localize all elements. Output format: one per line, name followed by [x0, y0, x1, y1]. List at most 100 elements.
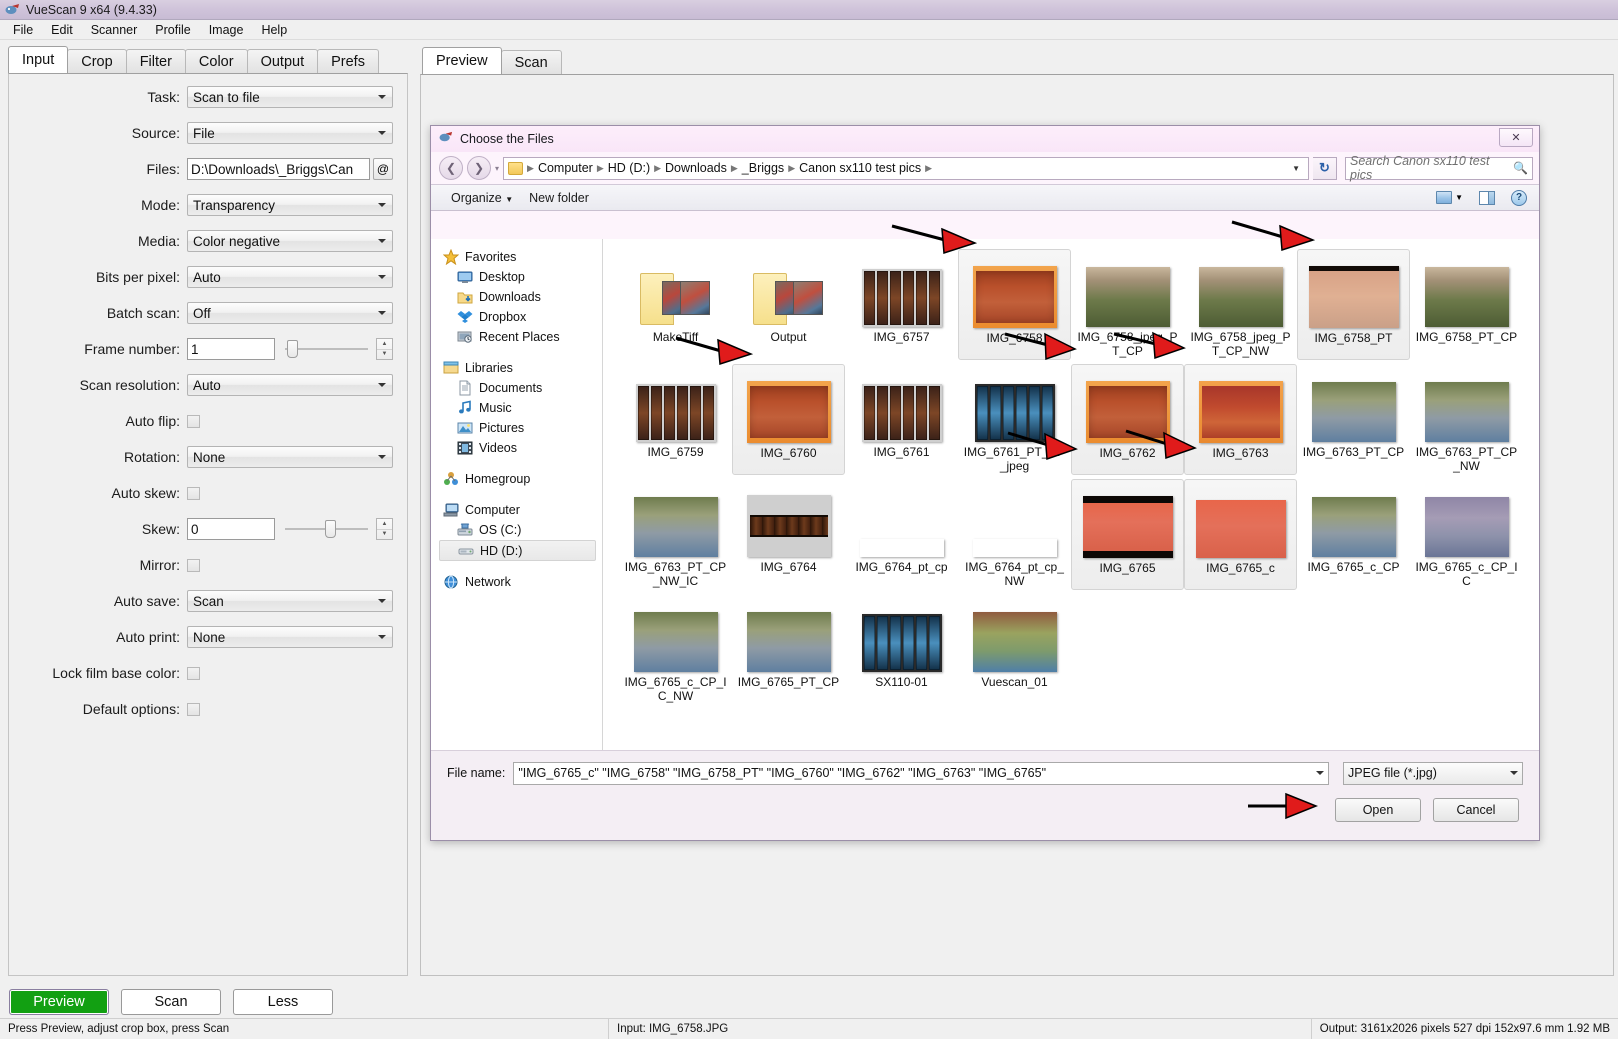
frame-number-input[interactable]: 1: [187, 338, 275, 360]
file-item[interactable]: Output: [732, 249, 845, 360]
breadcrumb-canon-folder[interactable]: Canon sx110 test pics: [796, 161, 924, 175]
file-item[interactable]: IMG_6758_PT_CP: [1410, 249, 1523, 360]
file-item[interactable]: IMG_6758_jpeg_PT_CP_NW: [1184, 249, 1297, 360]
tab-prefs[interactable]: Prefs: [317, 49, 379, 73]
file-item[interactable]: IMG_6758: [958, 249, 1071, 360]
tab-preview[interactable]: Preview: [422, 47, 502, 74]
default-options-checkbox[interactable]: [187, 702, 200, 716]
file-item[interactable]: IMG_6759: [619, 364, 732, 475]
chevron-down-icon[interactable]: ▼: [1286, 164, 1306, 173]
sidebar-item-dropbox[interactable]: Dropbox: [439, 307, 602, 327]
menu-help[interactable]: Help: [252, 21, 296, 39]
scan-resolution-combo[interactable]: Auto: [187, 374, 393, 396]
auto-skew-checkbox[interactable]: [187, 486, 200, 500]
file-item[interactable]: IMG_6765_PT_CP: [732, 594, 845, 705]
auto-print-combo[interactable]: None: [187, 626, 393, 648]
search-input[interactable]: Search Canon sx110 test pics 🔍: [1345, 154, 1533, 182]
menu-edit[interactable]: Edit: [42, 21, 82, 39]
forward-arrow-icon[interactable]: ❯: [467, 156, 491, 180]
file-item[interactable]: Vuescan_01: [958, 594, 1071, 705]
sidebar-item-desktop[interactable]: Desktop: [439, 267, 602, 287]
auto-flip-checkbox[interactable]: [187, 414, 200, 428]
skew-stepper[interactable]: ▲ ▼: [376, 518, 393, 540]
file-item[interactable]: IMG_6757: [845, 249, 958, 360]
menu-image[interactable]: Image: [200, 21, 253, 39]
skew-slider[interactable]: [285, 520, 368, 538]
sidebar-item-music[interactable]: Music: [439, 398, 602, 418]
file-item[interactable]: IMG_6763: [1184, 364, 1297, 475]
file-item[interactable]: IMG_6765: [1071, 479, 1184, 590]
files-input[interactable]: D:\Downloads\_Briggs\Can: [187, 158, 370, 180]
rotation-combo[interactable]: None: [187, 446, 393, 468]
file-item[interactable]: IMG_6761: [845, 364, 958, 475]
close-icon[interactable]: ✕: [1499, 128, 1533, 147]
breadcrumb[interactable]: ▶ Computer ▶ HD (D:) ▶ Downloads ▶ _Brig…: [503, 156, 1309, 180]
back-arrow-icon[interactable]: ❮: [439, 156, 463, 180]
filetype-combo[interactable]: JPEG file (*.jpg): [1343, 761, 1523, 785]
frame-number-slider[interactable]: [285, 340, 368, 358]
mirror-checkbox[interactable]: [187, 558, 200, 572]
new-folder-button[interactable]: New folder: [521, 188, 597, 208]
open-button[interactable]: Open: [1335, 798, 1421, 822]
menu-scanner[interactable]: Scanner: [82, 21, 147, 39]
menu-profile[interactable]: Profile: [146, 21, 199, 39]
tab-input[interactable]: Input: [8, 46, 69, 73]
file-item[interactable]: IMG_6758_jpeg_PT_CP: [1071, 249, 1184, 360]
breadcrumb-downloads[interactable]: Downloads: [662, 161, 730, 175]
filename-input[interactable]: "IMG_6765_c" "IMG_6758" "IMG_6758_PT" "I…: [513, 761, 1329, 785]
preview-pane-button[interactable]: [1475, 189, 1499, 207]
file-item[interactable]: IMG_6763_PT_CP_NW: [1410, 364, 1523, 475]
file-item[interactable]: IMG_6763_PT_CP_NW_IC: [619, 479, 732, 590]
sidebar-item-homegroup[interactable]: Homegroup: [439, 469, 602, 489]
tab-output[interactable]: Output: [246, 49, 319, 73]
breadcrumb-computer[interactable]: Computer: [535, 161, 596, 175]
sidebar-item-videos[interactable]: Videos: [439, 438, 602, 458]
breadcrumb-briggs[interactable]: _Briggs: [739, 161, 787, 175]
media-combo[interactable]: Color negative: [187, 230, 393, 252]
file-item[interactable]: IMG_6760: [732, 364, 845, 475]
preview-button[interactable]: Preview: [9, 989, 109, 1015]
menu-file[interactable]: File: [4, 21, 42, 39]
tab-scan[interactable]: Scan: [500, 50, 562, 74]
tab-crop[interactable]: Crop: [67, 49, 127, 73]
file-item[interactable]: IMG_6765_c_CP: [1297, 479, 1410, 590]
frame-number-stepper[interactable]: ▲ ▼: [376, 338, 393, 360]
sidebar-item-os-c[interactable]: OS (C:): [439, 520, 602, 540]
file-item[interactable]: IMG_6761_PT_CP_jpeg: [958, 364, 1071, 475]
file-item[interactable]: IMG_6762: [1071, 364, 1184, 475]
sidebar-item-favorites[interactable]: Favorites: [439, 247, 602, 267]
less-button[interactable]: Less: [233, 989, 333, 1015]
refresh-icon[interactable]: ↻: [1313, 156, 1337, 180]
help-button[interactable]: ?: [1507, 188, 1531, 208]
scan-button[interactable]: Scan: [121, 989, 221, 1015]
files-browse-button[interactable]: @: [373, 158, 393, 180]
sidebar-item-downloads[interactable]: Downloads: [439, 287, 602, 307]
file-browser[interactable]: MakeTiff Output IMG_6757 IMG_6758 IMG_6758…: [603, 239, 1539, 750]
tab-filter[interactable]: Filter: [125, 49, 186, 73]
sidebar-item-libraries[interactable]: Libraries: [439, 358, 602, 378]
view-mode-button[interactable]: ▼: [1432, 189, 1467, 206]
task-combo[interactable]: Scan to file: [187, 86, 393, 108]
batch-scan-combo[interactable]: Off: [187, 302, 393, 324]
file-item[interactable]: IMG_6764: [732, 479, 845, 590]
source-combo[interactable]: File: [187, 122, 393, 144]
file-item[interactable]: IMG_6764_pt_cp_NW: [958, 479, 1071, 590]
lock-film-base-color-checkbox[interactable]: [187, 666, 200, 680]
file-item[interactable]: SX110-01: [845, 594, 958, 705]
file-item[interactable]: IMG_6765_c: [1184, 479, 1297, 590]
organize-button[interactable]: Organize ▼: [443, 188, 521, 208]
breadcrumb-hd-d[interactable]: HD (D:): [605, 161, 653, 175]
cancel-button[interactable]: Cancel: [1433, 798, 1519, 822]
skew-input[interactable]: 0: [187, 518, 275, 540]
file-item[interactable]: IMG_6763_PT_CP: [1297, 364, 1410, 475]
auto-save-combo[interactable]: Scan: [187, 590, 393, 612]
file-item[interactable]: IMG_6758_PT: [1297, 249, 1410, 360]
file-item[interactable]: IMG_6765_c_CP_IC: [1410, 479, 1523, 590]
sidebar-item-hd-d[interactable]: HD (D:): [439, 540, 596, 561]
sidebar-item-recent-places[interactable]: Recent Places: [439, 327, 602, 347]
sidebar-item-network[interactable]: Network: [439, 572, 602, 592]
tab-color[interactable]: Color: [184, 49, 248, 73]
mode-combo[interactable]: Transparency: [187, 194, 393, 216]
sidebar-item-computer[interactable]: Computer: [439, 500, 602, 520]
file-item[interactable]: MakeTiff: [619, 249, 732, 360]
